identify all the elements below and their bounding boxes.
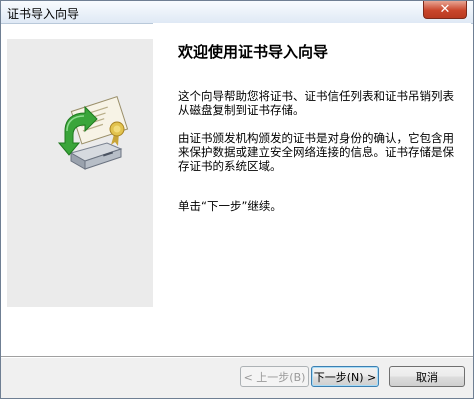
close-icon: ✕ <box>439 2 451 17</box>
wizard-window: 证书导入向导 ✕ 欢迎使用证书导入向导 这个向导帮助您将证书、证书信任列表和证书… <box>0 0 474 399</box>
title-bar[interactable]: 证书导入向导 ✕ <box>1 1 473 24</box>
instruction-text: 单击“下一步”继续。 <box>178 199 282 213</box>
page-title: 欢迎使用证书导入向导 <box>178 43 329 61</box>
close-button[interactable]: ✕ <box>423 1 467 19</box>
cancel-button[interactable]: 取消 <box>389 366 465 387</box>
window-title: 证书导入向导 <box>7 7 80 21</box>
back-button[interactable]: < 上一步(B) <box>240 366 309 387</box>
intro-text: 这个向导帮助您将证书、证书信任列表和证书吊销列表从磁盘复制到证书存储。 <box>178 89 454 117</box>
side-panel <box>7 39 153 307</box>
next-button[interactable]: 下一步(N) > <box>311 366 379 387</box>
content-area: 欢迎使用证书导入向导 这个向导帮助您将证书、证书信任列表和证书吊销列表从磁盘复制… <box>153 23 471 323</box>
certificate-import-icon <box>57 96 129 170</box>
description-text: 由证书颁发机构颁发的证书是对身份的确认，它包含用来保护数据或建立安全网络连接的信… <box>178 131 454 173</box>
